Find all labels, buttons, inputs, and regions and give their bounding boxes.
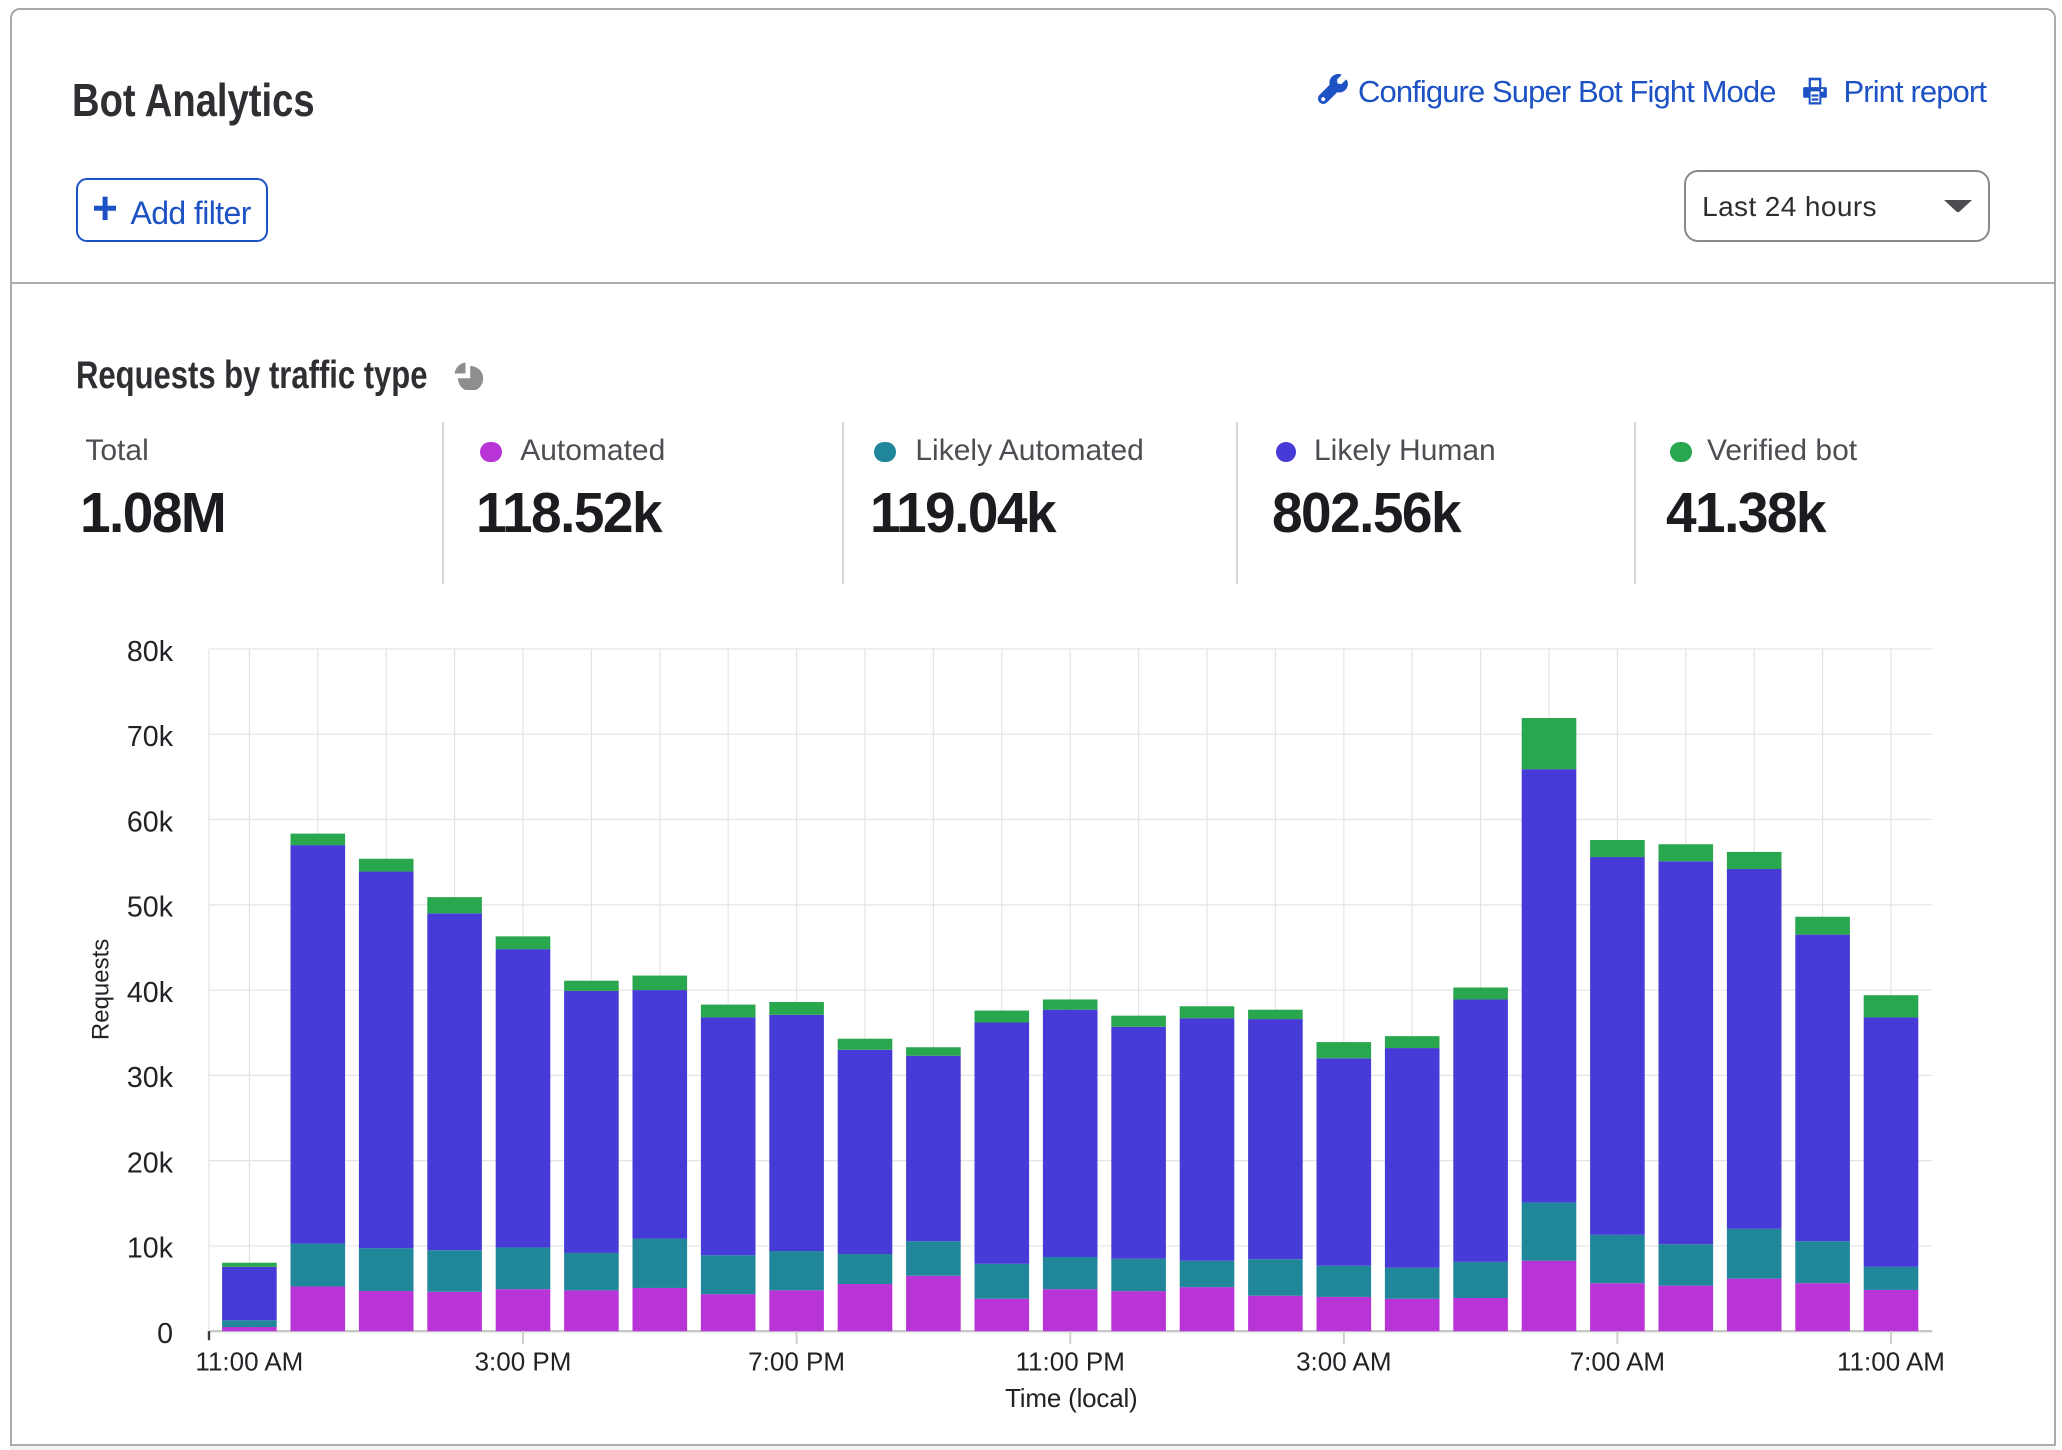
svg-text:Requests: Requests (87, 939, 114, 1040)
svg-text:30k: 30k (127, 1062, 174, 1094)
svg-text:20k: 20k (127, 1147, 174, 1179)
svg-text:3:00 PM: 3:00 PM (475, 1347, 572, 1377)
svg-text:11:00 PM: 11:00 PM (1016, 1347, 1125, 1377)
svg-text:11:00 AM: 11:00 AM (195, 1347, 303, 1377)
svg-text:40k: 40k (127, 977, 174, 1009)
svg-text:Time (local): Time (local) (1005, 1383, 1137, 1413)
svg-text:80k: 80k (127, 636, 174, 668)
svg-text:3:00 AM: 3:00 AM (1296, 1347, 1391, 1377)
svg-text:7:00 AM: 7:00 AM (1570, 1347, 1665, 1377)
svg-text:0: 0 (157, 1318, 173, 1350)
svg-text:70k: 70k (127, 721, 174, 753)
svg-text:11:00 AM: 11:00 AM (1837, 1347, 1945, 1377)
svg-text:60k: 60k (127, 806, 174, 838)
svg-text:50k: 50k (127, 892, 174, 924)
svg-text:7:00 PM: 7:00 PM (748, 1347, 845, 1377)
svg-text:10k: 10k (127, 1233, 174, 1265)
